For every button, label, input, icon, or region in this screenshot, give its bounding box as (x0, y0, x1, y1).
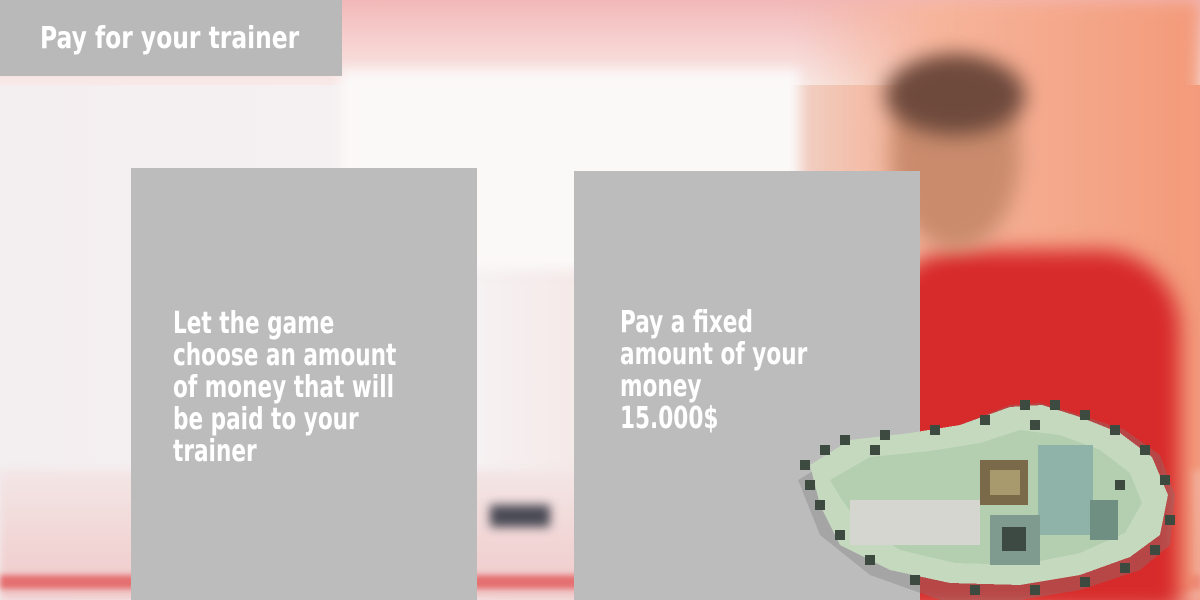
random-amount-option-text: Let the game choose an amount of money t… (173, 308, 396, 468)
title-bar: Pay for your trainer (0, 0, 342, 76)
background-object (490, 505, 550, 527)
trainer-figure-hair (885, 55, 1025, 135)
option-text-line: Let the game (173, 306, 335, 341)
fixed-amount-option-text: Pay a fixed amount of your money 15.000$ (620, 307, 807, 435)
option-text-line: of money that will (173, 370, 395, 405)
fixed-amount-price: 15.000$ (620, 401, 719, 436)
option-text-line: choose an amount (173, 338, 397, 373)
option-text-line: amount of your (620, 337, 808, 372)
screen-title: Pay for your trainer (40, 20, 300, 56)
option-text-line: money (620, 369, 702, 404)
trainer-figure-body (880, 250, 1180, 600)
option-text-line: trainer (173, 434, 257, 469)
fixed-amount-option-button[interactable]: Pay a fixed amount of your money 15.000$ (574, 171, 920, 600)
option-text-line: be paid to your (173, 402, 359, 437)
option-text-line: Pay a fixed (620, 305, 753, 340)
random-amount-option-button[interactable]: Let the game choose an amount of money t… (131, 168, 477, 600)
